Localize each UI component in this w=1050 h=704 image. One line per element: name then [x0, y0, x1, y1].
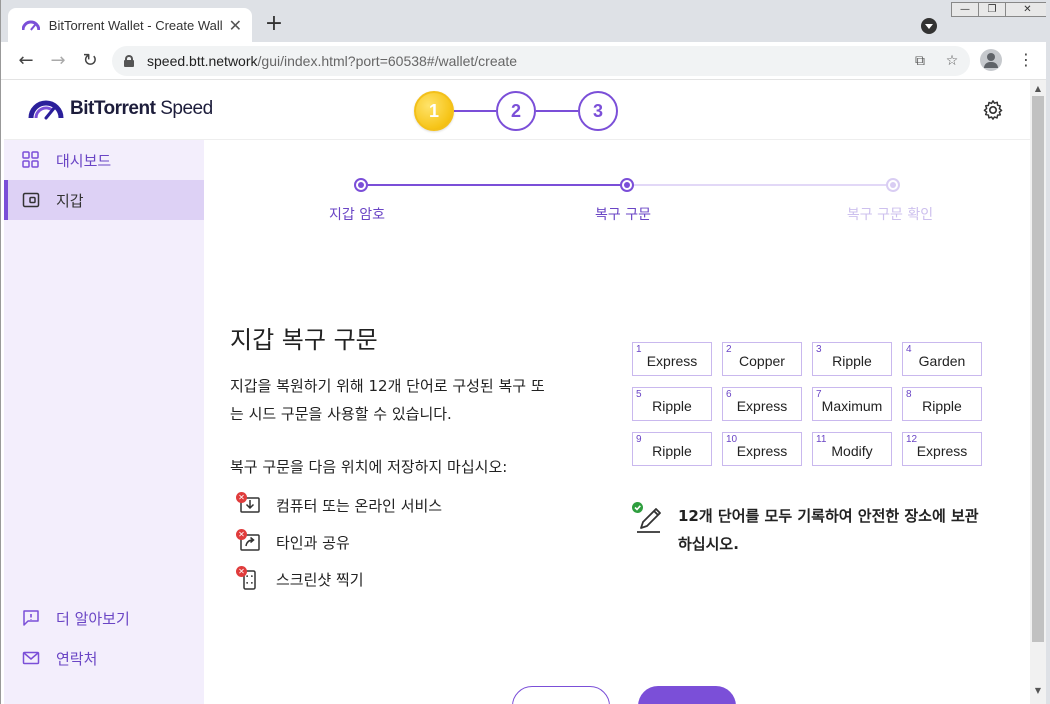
forbidden-x-icon: ✕ [236, 566, 247, 577]
recovery-word: 4 Garden [902, 342, 982, 376]
back-button[interactable] [512, 686, 610, 704]
translate-icon[interactable]: ⧉ [912, 53, 928, 69]
sidebar-item-contact[interactable]: 연락처 [4, 638, 204, 678]
restore-button[interactable]: ❐ [978, 2, 1006, 17]
page-title: 지갑 복구 구문 [230, 326, 378, 354]
sidebar-item-label: 연락처 [56, 649, 98, 668]
recovery-word: 5 Ripple [632, 387, 712, 421]
scroll-thumb[interactable] [1032, 96, 1044, 642]
save-note-text: 12개 단어를 모두 기록하여 안전한 장소에 보관 하십시오. [678, 507, 979, 553]
sidebar-item-label: 더 알아보기 [56, 609, 130, 628]
screenshot-phone-icon: ✕ [236, 566, 262, 592]
forbidden-x-icon: ✕ [236, 529, 247, 540]
new-tab-button[interactable]: + [262, 12, 286, 36]
forbidden-x-icon: ✕ [236, 492, 247, 503]
forward-arrow-icon[interactable]: → [46, 49, 70, 73]
scroll-up-icon[interactable]: ▲ [1030, 82, 1046, 96]
download-screen-icon: ✕ [236, 492, 262, 518]
warning-item: ✕ 스크린샷 찍기 [236, 564, 364, 594]
sidebar: 대시보드 지갑 더 알아보기 연락처 [4, 140, 204, 704]
step-2: 2 [496, 91, 536, 131]
recovery-word: 8 Ripple [902, 387, 982, 421]
recovery-word: 7 Maximum [812, 387, 892, 421]
progress-dot-confirm [886, 178, 900, 192]
url-text: speed.btt.network/gui/index.html?port=60… [147, 53, 518, 69]
recovery-word: 6 Express [722, 387, 802, 421]
info-chat-icon [23, 610, 39, 626]
minimize-button[interactable]: — [951, 2, 979, 17]
recovery-word: 12 Express [902, 432, 982, 466]
warning-title: 복구 구문을 다음 위치에 저장하지 마십시오: [230, 458, 508, 476]
sidebar-item-wallet[interactable]: 지갑 [4, 180, 204, 220]
progress-dot-password [354, 178, 368, 192]
step-3: 3 [578, 91, 618, 131]
recovery-word: 11 Modify [812, 432, 892, 466]
header-stepper: 1 2 3 [414, 91, 619, 131]
warning-label: 스크린샷 찍기 [276, 570, 364, 589]
recovery-description: 지갑을 복원하기 위해 12개 단어로 구성된 복구 또 는 시드 구문을 사용… [230, 377, 545, 423]
browser-menu-icon[interactable]: ⋮ [1018, 50, 1034, 70]
browser-tab[interactable]: BitTorrent Wallet - Create Wallet ✕ [8, 8, 252, 42]
stepper-connector [454, 110, 496, 112]
sidebar-item-label: 대시보드 [56, 151, 112, 170]
progress-dot-recovery [620, 178, 634, 192]
address-bar[interactable]: speed.btt.network/gui/index.html?port=60… [112, 46, 970, 76]
sidebar-item-learn-more[interactable]: 더 알아보기 [4, 598, 204, 638]
warning-item: ✕ 타인과 공유 [236, 527, 350, 557]
progress-line-pending [627, 184, 893, 186]
speedometer-logo-icon [28, 100, 64, 120]
recovery-word: 1 Express [632, 342, 712, 376]
back-arrow-icon[interactable]: ← [14, 49, 38, 73]
bookmark-star-icon[interactable]: ☆ [944, 53, 960, 69]
next-button[interactable] [638, 686, 736, 704]
profile-avatar-icon[interactable] [980, 49, 1002, 71]
recovery-word: 3 Ripple [812, 342, 892, 376]
step-1: 1 [414, 91, 454, 131]
recovery-word: 9 Ripple [632, 432, 712, 466]
browser-titlebar: BitTorrent Wallet - Create Wallet ✕ + — … [0, 0, 1050, 42]
save-phrase-note: 12개 단어를 모두 기록하여 안전한 장소에 보관 하십시오. [632, 502, 1022, 558]
settings-gear-icon[interactable] [982, 99, 1004, 121]
recovery-word: 10 Express [722, 432, 802, 466]
progress-line-complete [361, 184, 627, 186]
main-content: 지갑 암호 복구 구문 복구 구문 확인 지갑 복구 구문 지갑을 복원하기 위… [204, 140, 1030, 704]
reload-icon[interactable]: ↻ [78, 49, 102, 73]
recovery-word: 2 Copper [722, 342, 802, 376]
tab-search-icon[interactable] [921, 18, 937, 34]
wallet-icon [22, 192, 40, 208]
sidebar-item-dashboard[interactable]: 대시보드 [4, 140, 204, 180]
warning-label: 타인과 공유 [276, 533, 350, 552]
warning-item: ✕ 컴퓨터 또는 온라인 서비스 [236, 490, 442, 520]
browser-toolbar: ← → ↻ speed.btt.network/gui/index.html?p… [0, 42, 1050, 80]
bittorrent-favicon-icon [22, 20, 40, 31]
bittorrent-speed-logo[interactable]: BitTorrent Speed [28, 98, 213, 120]
close-window-button[interactable]: ✕ [1005, 2, 1050, 17]
share-icon: ✕ [236, 529, 262, 555]
page-scrollbar[interactable]: ▲ ▼ [1030, 80, 1046, 704]
window-controls: — ❐ ✕ [951, 2, 1050, 17]
progress-label-recovery: 복구 구문 [595, 207, 651, 223]
app-header: BitTorrent Speed 1 2 3 [4, 80, 1030, 140]
pencil-check-icon [632, 502, 664, 534]
stepper-connector [536, 110, 578, 112]
mail-icon [22, 651, 40, 665]
warning-label: 컴퓨터 또는 온라인 서비스 [276, 496, 443, 515]
sidebar-item-label: 지갑 [56, 191, 84, 210]
dashboard-grid-icon [22, 151, 39, 168]
progress-label-confirm: 복구 구문 확인 [846, 207, 934, 223]
tab-title: BitTorrent Wallet - Create Wallet [48, 17, 223, 33]
lock-icon [124, 55, 134, 67]
progress-track [354, 178, 900, 192]
scroll-down-icon[interactable]: ▼ [1030, 684, 1046, 698]
logo-text: BitTorrent Speed [70, 98, 213, 119]
progress-label-password: 지갑 암호 [329, 207, 385, 223]
tab-close-icon[interactable]: ✕ [229, 16, 242, 35]
